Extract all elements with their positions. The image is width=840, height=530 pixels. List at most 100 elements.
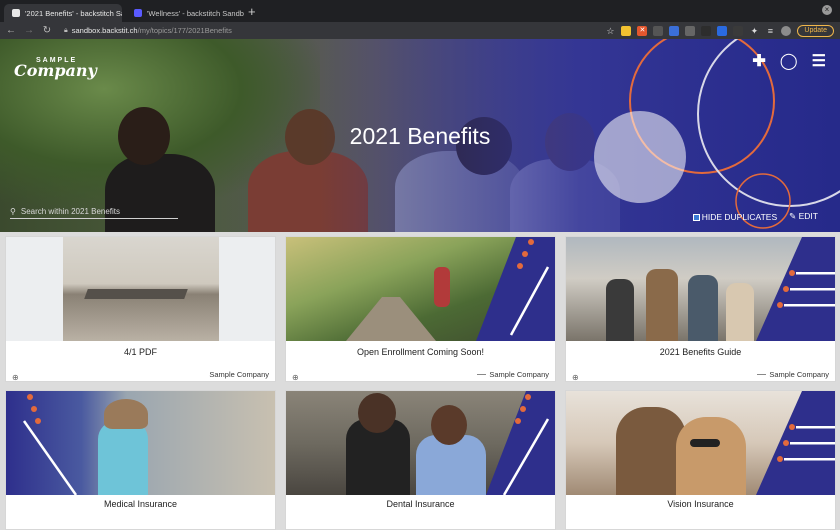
extension-dark-icon[interactable]: [701, 26, 711, 36]
card-source-name: Sample Company: [769, 370, 829, 379]
update-button[interactable]: Update: [797, 25, 834, 37]
brand-stripe-graphic: [476, 391, 555, 495]
hide-duplicates-label: HIDE DUPLICATES: [702, 212, 777, 222]
white-bar: [784, 458, 835, 461]
card-pdf[interactable]: 4/1 PDF ⊕ Sample Company: [5, 236, 276, 382]
accent-dot: [789, 270, 795, 276]
source-dash: [757, 374, 766, 375]
card-source: Sample Company: [477, 370, 549, 379]
address-bar[interactable]: sandbox.backstit.ch/my/topics/177/2021Be…: [72, 26, 232, 35]
checkbox-icon[interactable]: [693, 214, 700, 221]
tab-title: 'Wellness' - backstitch Sandb: [147, 9, 244, 18]
card-image: [566, 237, 835, 341]
extension-box-icon[interactable]: [653, 26, 663, 36]
accent-dot: [528, 239, 534, 245]
card-title: 4/1 PDF: [6, 347, 275, 357]
white-bar: [796, 426, 835, 429]
card-benefits-guide[interactable]: 2021 Benefits Guide ⊕ Sample Company: [565, 236, 836, 382]
lock-icon: 🔒︎: [64, 27, 68, 35]
accent-dot: [515, 418, 521, 424]
search-icon: ⚲: [10, 207, 16, 216]
sun-hat: [104, 399, 148, 429]
forward-arrow-icon[interactable]: →: [22, 25, 36, 36]
hero-banner: SAMPLE Company 2021 Benefits ✚ ◯ ☰ ⚲ Sea…: [0, 39, 840, 232]
profile-avatar[interactable]: [781, 26, 791, 36]
hiker: [606, 279, 634, 341]
extension-x-icon[interactable]: ✕: [637, 26, 647, 36]
accent-dot: [525, 394, 531, 400]
accent-dot: [517, 263, 523, 269]
zoom-icon[interactable]: ⊕: [292, 373, 299, 382]
topic-search[interactable]: ⚲ Search within 2021 Benefits: [10, 207, 178, 219]
hero-action-icons: ✚ ◯ ☰: [752, 51, 826, 71]
accent-dot: [783, 286, 789, 292]
accent-dot: [520, 406, 526, 412]
logo-bottom-text: Company: [14, 64, 97, 78]
conference-table: [84, 289, 188, 299]
puzzle-icon[interactable]: ✦: [749, 26, 759, 36]
reload-icon[interactable]: ↻: [40, 25, 54, 36]
extension-gray-icon[interactable]: [685, 26, 695, 36]
plus-icon[interactable]: ✚: [752, 51, 765, 71]
white-bar: [790, 288, 835, 291]
card-title: Open Enrollment Coming Soon!: [286, 347, 555, 357]
source-dash: [477, 374, 486, 375]
extension-folder-icon[interactable]: [621, 26, 631, 36]
card-image: [6, 391, 275, 495]
white-slash: [24, 421, 76, 495]
hide-duplicates-toggle[interactable]: HIDE DUPLICATES: [693, 212, 777, 222]
extension-grid-icon[interactable]: [733, 26, 743, 36]
browser-tab-strip: '2021 Benefits' - backstitch Sa ✕ 'Welln…: [0, 0, 840, 22]
path-road: [346, 297, 436, 341]
company-logo[interactable]: SAMPLE Company: [14, 57, 97, 78]
chat-bubble-icon[interactable]: ◯: [780, 51, 798, 71]
hero-actions: HIDE DUPLICATES ✎ EDIT: [693, 211, 818, 222]
zoom-icon[interactable]: ⊕: [12, 373, 19, 382]
sunglasses: [690, 439, 720, 447]
back-arrow-icon[interactable]: ←: [4, 25, 18, 36]
card-title: Vision Insurance: [566, 499, 835, 509]
pencil-icon: ✎: [789, 211, 796, 221]
browser-toolbar: ← → ↻ 🔒︎ sandbox.backstit.ch/my/topics/1…: [0, 22, 840, 39]
card-dental-insurance[interactable]: Dental Insurance: [285, 390, 556, 530]
bookmark-star-icon[interactable]: ☆: [605, 26, 615, 36]
white-bar: [790, 442, 835, 445]
card-vision-insurance[interactable]: Vision Insurance: [565, 390, 836, 530]
url-host: sandbox.backstit.ch: [72, 26, 138, 35]
card-source-name: Sample Company: [489, 370, 549, 379]
tab-favicon-icon: [134, 9, 142, 17]
url-path: /my/topics/177/2021Benefits: [138, 26, 232, 35]
hiker: [646, 269, 678, 341]
white-bar: [796, 272, 835, 275]
search-input[interactable]: Search within 2021 Benefits: [21, 207, 120, 216]
new-tab-button[interactable]: +: [248, 4, 256, 19]
person-blue-top: [98, 421, 148, 495]
accent-dot: [777, 302, 783, 308]
card-title: Dental Insurance: [286, 499, 555, 509]
card-image: [286, 237, 555, 341]
card-medical-insurance[interactable]: Medical Insurance: [5, 390, 276, 530]
card-open-enrollment[interactable]: Open Enrollment Coming Soon! ⊕ Sample Co…: [285, 236, 556, 382]
brand-stripe-graphic: [756, 391, 835, 495]
brand-stripe: [486, 391, 555, 495]
edit-button[interactable]: ✎ EDIT: [789, 211, 818, 222]
zoom-icon[interactable]: ⊕: [572, 373, 579, 382]
menu-icon[interactable]: ☰: [812, 51, 826, 71]
accent-dot: [777, 456, 783, 462]
extension-zoom-icon[interactable]: [717, 26, 727, 36]
card-source: Sample Company: [757, 370, 829, 379]
accent-dot: [31, 406, 37, 412]
extension-blue-icon[interactable]: [669, 26, 679, 36]
window-close-icon[interactable]: ×: [822, 5, 832, 15]
accent-dot: [27, 394, 33, 400]
person-head: [431, 405, 467, 445]
walking-person: [434, 267, 450, 307]
browser-tab-active[interactable]: '2021 Benefits' - backstitch Sa ✕: [4, 4, 122, 22]
tab-title: '2021 Benefits' - backstitch Sa: [25, 9, 122, 18]
brand-stripe-graphic: [756, 237, 835, 341]
accent-dot: [522, 251, 528, 257]
browser-tab-wellness[interactable]: 'Wellness' - backstitch Sandb ✕: [126, 4, 244, 22]
accent-dot: [35, 418, 41, 424]
card-source: Sample Company: [209, 370, 269, 379]
reading-list-icon[interactable]: ≡: [765, 26, 775, 36]
